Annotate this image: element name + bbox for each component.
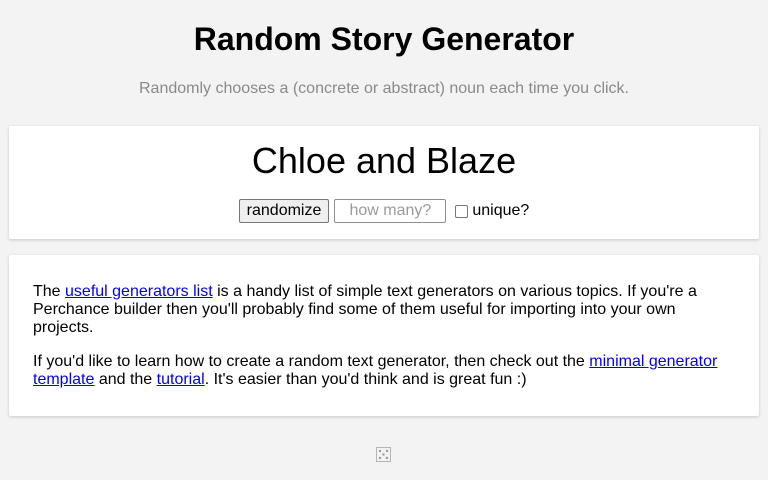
page-subtitle: Randomly chooses a (concrete or abstract… <box>138 80 629 97</box>
info-text: The useful generators list is a handy li… <box>33 283 733 405</box>
generated-output: Chloe and Blaze <box>251 140 517 181</box>
useful-generators-link[interactable]: useful generators list <box>65 283 213 300</box>
info-text-segment: . It's easier than you'd think and is gr… <box>204 371 527 388</box>
dice-icon[interactable] <box>376 447 391 462</box>
page-title: Random Story Generator <box>193 21 575 57</box>
unique-label: unique? <box>472 202 530 219</box>
unique-checkbox[interactable] <box>455 204 469 218</box>
info-paragraph-2: If you'd like to learn how to create a r… <box>33 353 733 389</box>
info-text-segment: The <box>33 283 66 300</box>
info-text-segment: If you'd like to learn how to create a r… <box>33 353 590 370</box>
controls-bar: randomize unique? <box>0 199 768 223</box>
unique-toggle[interactable]: unique? <box>455 202 529 220</box>
info-paragraph-1: The useful generators list is a handy li… <box>33 283 733 337</box>
how-many-input[interactable] <box>334 199 447 223</box>
tutorial-link[interactable]: tutorial <box>157 371 205 388</box>
info-text-segment: and the <box>94 371 157 388</box>
randomize-button[interactable]: randomize <box>238 199 330 223</box>
